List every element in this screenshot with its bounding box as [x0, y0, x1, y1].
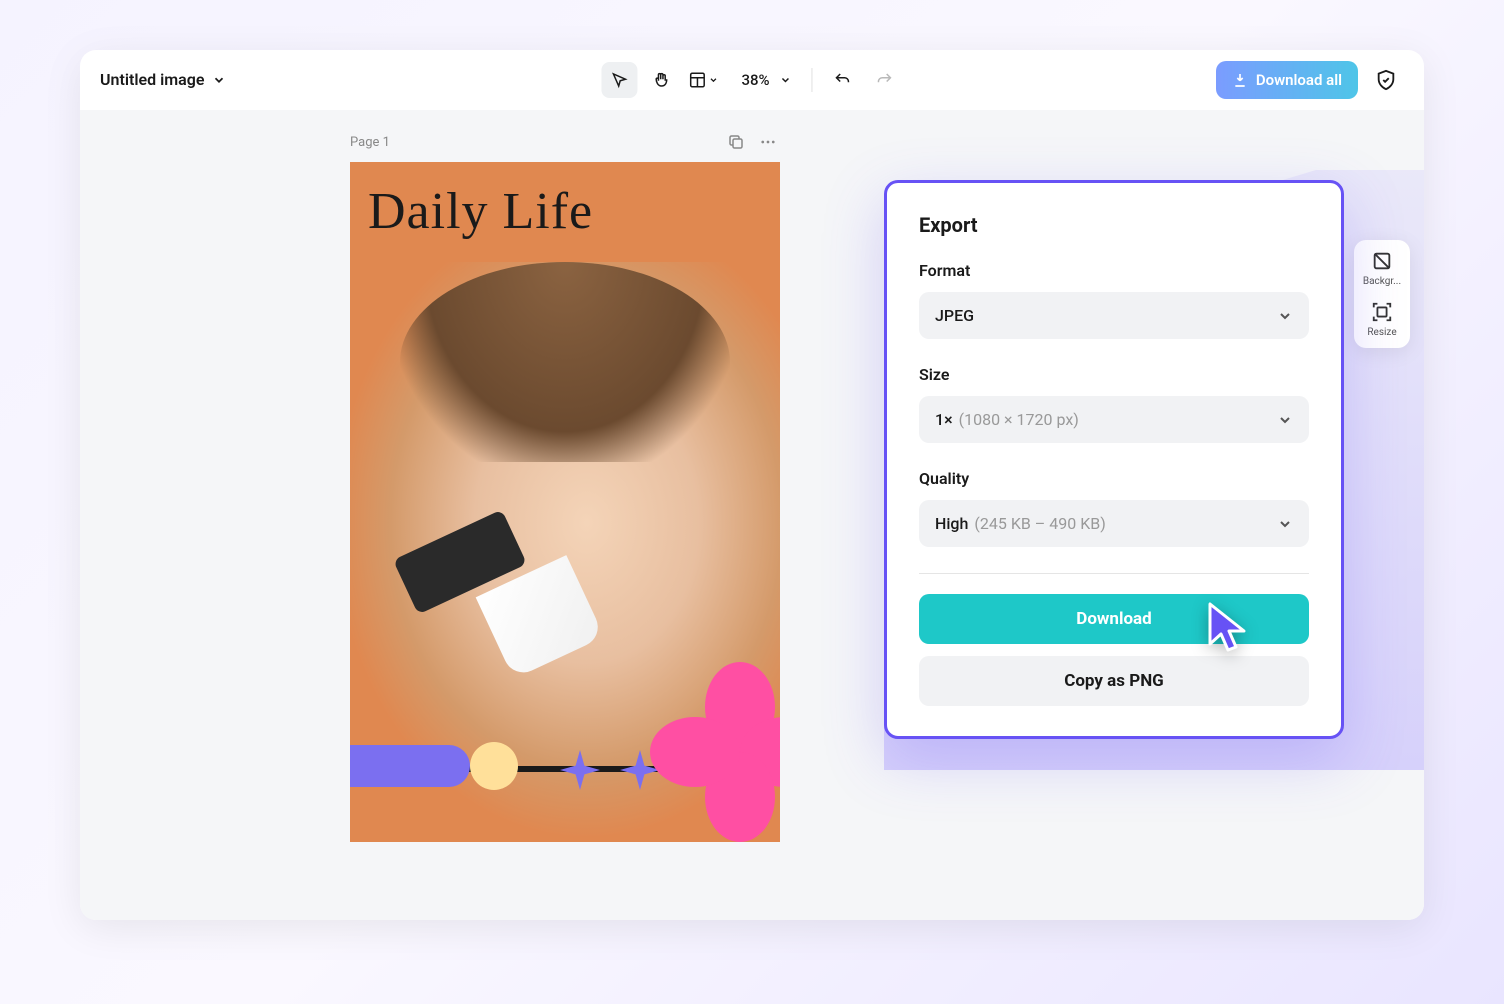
download-all-button[interactable]: Download all	[1216, 61, 1358, 99]
quality-level: High	[935, 514, 968, 533]
shield-check-icon	[1375, 69, 1397, 91]
shield-button[interactable]	[1368, 62, 1404, 98]
cursor-pointer-overlay	[1204, 600, 1254, 656]
page-more-button[interactable]	[756, 130, 780, 154]
decoration-flower	[660, 662, 780, 822]
duplicate-page-button[interactable]	[724, 130, 748, 154]
chevron-down-icon	[1277, 412, 1293, 428]
quality-label: Quality	[919, 469, 1309, 488]
page-header: Page 1	[350, 130, 780, 154]
chevron-down-icon	[1277, 308, 1293, 324]
background-tool-label: Backgr...	[1363, 276, 1401, 287]
canvas-page[interactable]: Daily Life	[350, 162, 780, 842]
size-dims: (1080 × 1720 px)	[959, 410, 1079, 429]
copy-as-png-button[interactable]: Copy as PNG	[919, 656, 1309, 706]
format-label: Format	[919, 261, 1309, 280]
decoration-pill	[350, 745, 470, 787]
zoom-dropdown[interactable]: 38%	[727, 62, 799, 98]
redo-button[interactable]	[867, 62, 903, 98]
document-title-dropdown[interactable]: Untitled image	[100, 70, 226, 89]
page-label: Page 1	[350, 135, 390, 150]
quality-estimate: (245 KB – 490 KB)	[974, 514, 1105, 533]
chevron-down-icon	[780, 74, 792, 86]
chevron-down-icon	[708, 75, 718, 85]
export-icon	[1232, 72, 1248, 88]
export-panel-title: Export	[919, 213, 1309, 237]
more-horizontal-icon	[759, 133, 777, 151]
top-toolbar: Untitled image 38%	[80, 50, 1424, 110]
resize-tool-button[interactable]: Resize	[1358, 301, 1406, 338]
decoration-circle	[470, 742, 518, 790]
resize-icon	[1371, 301, 1393, 323]
copy-icon	[727, 133, 745, 151]
toolbar-right: Download all	[1216, 61, 1404, 99]
redo-icon	[876, 71, 894, 89]
quality-value: High (245 KB – 490 KB)	[935, 514, 1106, 533]
zoom-value: 38%	[735, 71, 775, 89]
document-title: Untitled image	[100, 70, 204, 89]
quality-select[interactable]: High (245 KB – 490 KB)	[919, 500, 1309, 547]
format-value: JPEG	[935, 306, 974, 325]
background-tool-button[interactable]: Backgr...	[1358, 250, 1406, 287]
cursor-icon	[1204, 600, 1254, 656]
resize-tool-label: Resize	[1367, 327, 1396, 338]
chevron-down-icon	[1277, 516, 1293, 532]
right-side-tools: Backgr... Resize	[1354, 240, 1410, 348]
size-value: 1× (1080 × 1720 px)	[935, 410, 1079, 429]
size-prefix: 1×	[935, 410, 953, 429]
toolbar-divider	[812, 68, 813, 92]
panel-divider	[919, 573, 1309, 574]
background-icon	[1371, 250, 1393, 272]
layout-tool-button[interactable]	[685, 62, 721, 98]
hand-tool-button[interactable]	[643, 62, 679, 98]
hand-icon	[652, 71, 670, 89]
undo-button[interactable]	[825, 62, 861, 98]
format-select[interactable]: JPEG	[919, 292, 1309, 339]
select-tool-button[interactable]	[601, 62, 637, 98]
size-select[interactable]: 1× (1080 × 1720 px)	[919, 396, 1309, 443]
layout-icon	[688, 71, 706, 89]
toolbar-center: 38%	[601, 62, 902, 98]
chevron-down-icon	[212, 73, 226, 87]
export-panel: Export Format JPEG Size 1× (1080 × 1720 p…	[884, 180, 1344, 739]
app-window: Untitled image 38%	[80, 50, 1424, 920]
undo-icon	[834, 71, 852, 89]
size-label: Size	[919, 365, 1309, 384]
cursor-icon	[610, 71, 628, 89]
artwork-title: Daily Life	[350, 162, 780, 241]
page-actions	[724, 130, 780, 154]
download-all-label: Download all	[1256, 71, 1342, 89]
